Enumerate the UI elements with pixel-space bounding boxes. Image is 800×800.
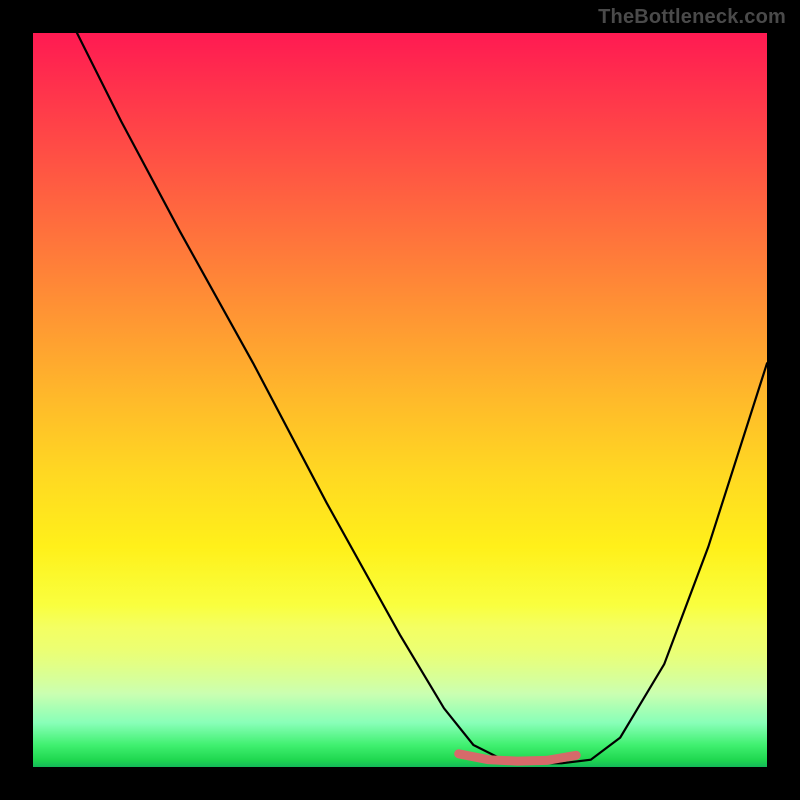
chart-frame: TheBottleneck.com [0, 0, 800, 800]
curve-svg [33, 33, 767, 767]
bottleneck-curve-path [77, 33, 767, 763]
valley-marker-path [459, 754, 577, 761]
plot-area [33, 33, 767, 767]
watermark-text: TheBottleneck.com [598, 6, 786, 29]
